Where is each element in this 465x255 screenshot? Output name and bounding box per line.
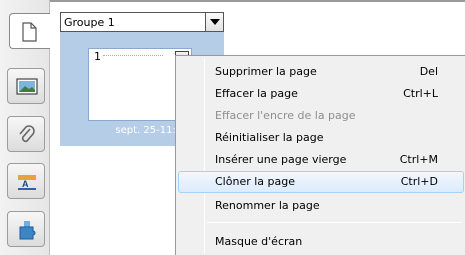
gallery-tab[interactable] [7, 68, 45, 104]
menu-item-rename-page[interactable]: Renommer la page [178, 195, 464, 217]
menu-item-clear-ink: Effacer l'encre de la page [178, 105, 464, 127]
addons-tab[interactable] [7, 211, 45, 247]
menu-item-shortcut: Ctrl+M [399, 153, 438, 166]
page-number: 1 [94, 50, 101, 63]
properties-icon: A [18, 175, 36, 190]
group-dropdown-value: Groupe 1 [64, 16, 115, 29]
menu-item-shortcut: Ctrl+L [403, 87, 438, 100]
page-icon [22, 22, 37, 42]
attachments-tab[interactable] [7, 116, 45, 152]
group-dropdown-button[interactable] [205, 13, 223, 31]
sidebar-tab-strip: A [0, 0, 51, 255]
menu-item-reset-page[interactable]: Réinitialiser la page [178, 127, 464, 149]
paperclip-icon [19, 125, 35, 143]
image-icon [16, 78, 38, 95]
menu-item-label: Clôner la page [215, 175, 295, 188]
menu-item-screen-shade[interactable]: Masque d'écran [178, 231, 464, 253]
menu-item-label: Insérer une page vierge [215, 153, 347, 166]
menu-separator [207, 222, 462, 223]
chevron-down-icon [210, 19, 220, 25]
menu-item-shortcut: Ctrl+D [400, 175, 438, 188]
puzzle-icon [19, 221, 36, 240]
menu-item-shortcut: Del [419, 65, 438, 78]
svg-text:A: A [22, 179, 29, 189]
menu-item-delete-page[interactable]: Supprimer la page Del [178, 61, 464, 83]
menu-item-label: Supprimer la page [215, 65, 317, 78]
menu-item-insert-blank-page[interactable]: Insérer une page vierge Ctrl+M [178, 149, 464, 171]
thumbnail-content [103, 55, 163, 56]
menu-item-clear-page[interactable]: Effacer la page Ctrl+L [178, 83, 464, 105]
page-context-menu: Supprimer la page Del Effacer la page Ct… [175, 55, 465, 255]
page-sorter-tab[interactable] [9, 13, 51, 49]
menu-item-label: Effacer l'encre de la page [215, 109, 356, 122]
menu-item-label: Effacer la page [215, 87, 298, 100]
panel-divider [50, 0, 465, 2]
menu-item-clone-page[interactable]: Clôner la page Ctrl+D [178, 171, 464, 193]
properties-tab[interactable]: A [7, 163, 45, 199]
menu-item-label: Réinitialiser la page [215, 131, 324, 144]
menu-item-label: Masque d'écran [215, 235, 303, 248]
menu-item-label: Renommer la page [215, 199, 320, 212]
group-dropdown[interactable]: Groupe 1 [60, 12, 224, 32]
